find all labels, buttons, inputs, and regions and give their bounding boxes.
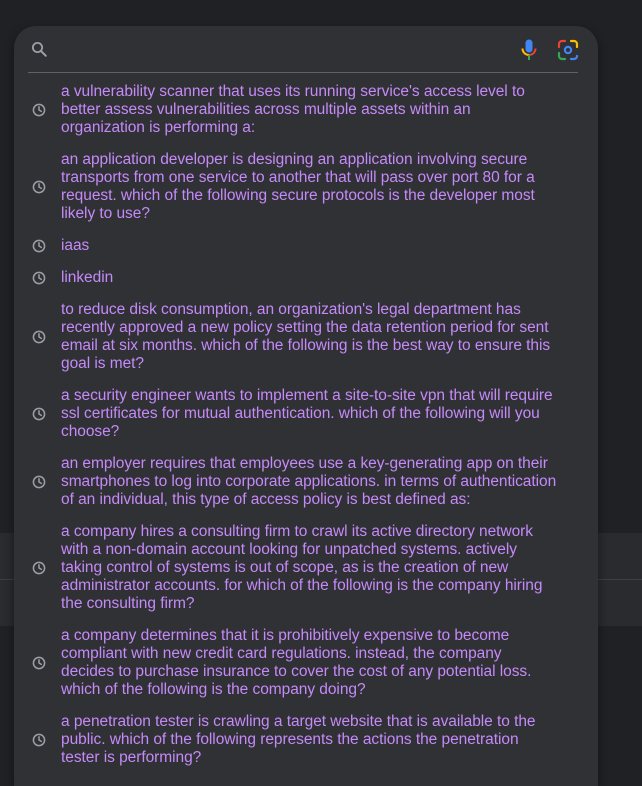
suggestion-text: an employer requires that employees use … — [61, 455, 557, 508]
suggestion-item[interactable]: to reduce disk consumption, an organizat… — [14, 300, 598, 374]
history-icon — [32, 180, 46, 194]
suggestion-item[interactable]: an application developer is designing an… — [14, 150, 598, 224]
suggestion-text: a penetration tester is crawling a targe… — [61, 713, 536, 766]
suggestion-text: an application developer is designing an… — [61, 151, 535, 222]
suggestion-text: a company determines that it is prohibit… — [61, 627, 532, 698]
history-icon — [32, 656, 46, 670]
suggestion-text: a vulnerability scanner that uses its ru… — [61, 83, 525, 136]
suggestion-item[interactable]: a vulnerability scanner that uses its ru… — [14, 82, 598, 138]
suggestions-list: a vulnerability scanner that uses its ru… — [14, 82, 598, 780]
history-icon — [32, 330, 46, 344]
search-bar — [14, 26, 598, 73]
history-icon — [32, 561, 46, 575]
suggestion-text: to reduce disk consumption, an organizat… — [61, 301, 551, 372]
suggestion-item[interactable]: a security engineer wants to implement a… — [14, 386, 598, 442]
suggestion-text: linkedin — [61, 269, 114, 286]
history-icon — [32, 475, 46, 489]
history-icon — [32, 407, 46, 421]
suggestion-item[interactable]: a company hires a consulting firm to cra… — [14, 522, 598, 614]
suggestion-item[interactable]: linkedin — [14, 268, 598, 288]
suggestion-text: a security engineer wants to implement a… — [61, 387, 553, 440]
suggestion-item[interactable]: a company determines that it is prohibit… — [14, 626, 598, 700]
search-icon — [30, 40, 48, 58]
suggestion-text: a company hires a consulting firm to cra… — [61, 523, 543, 612]
suggestion-text: iaas — [61, 237, 90, 254]
suggestion-item[interactable]: an employer requires that employees use … — [14, 454, 598, 510]
suggestion-item[interactable]: iaas — [14, 236, 598, 256]
history-icon — [32, 733, 46, 747]
search-input[interactable] — [60, 36, 504, 64]
history-icon — [32, 239, 46, 253]
search-suggestions-panel: a vulnerability scanner that uses its ru… — [14, 26, 598, 786]
search-divider — [28, 72, 578, 73]
google-lens-icon[interactable] — [557, 39, 579, 61]
history-icon — [32, 103, 46, 117]
microphone-icon[interactable] — [519, 38, 539, 62]
history-icon — [32, 271, 46, 285]
suggestion-item[interactable]: a penetration tester is crawling a targe… — [14, 712, 598, 768]
